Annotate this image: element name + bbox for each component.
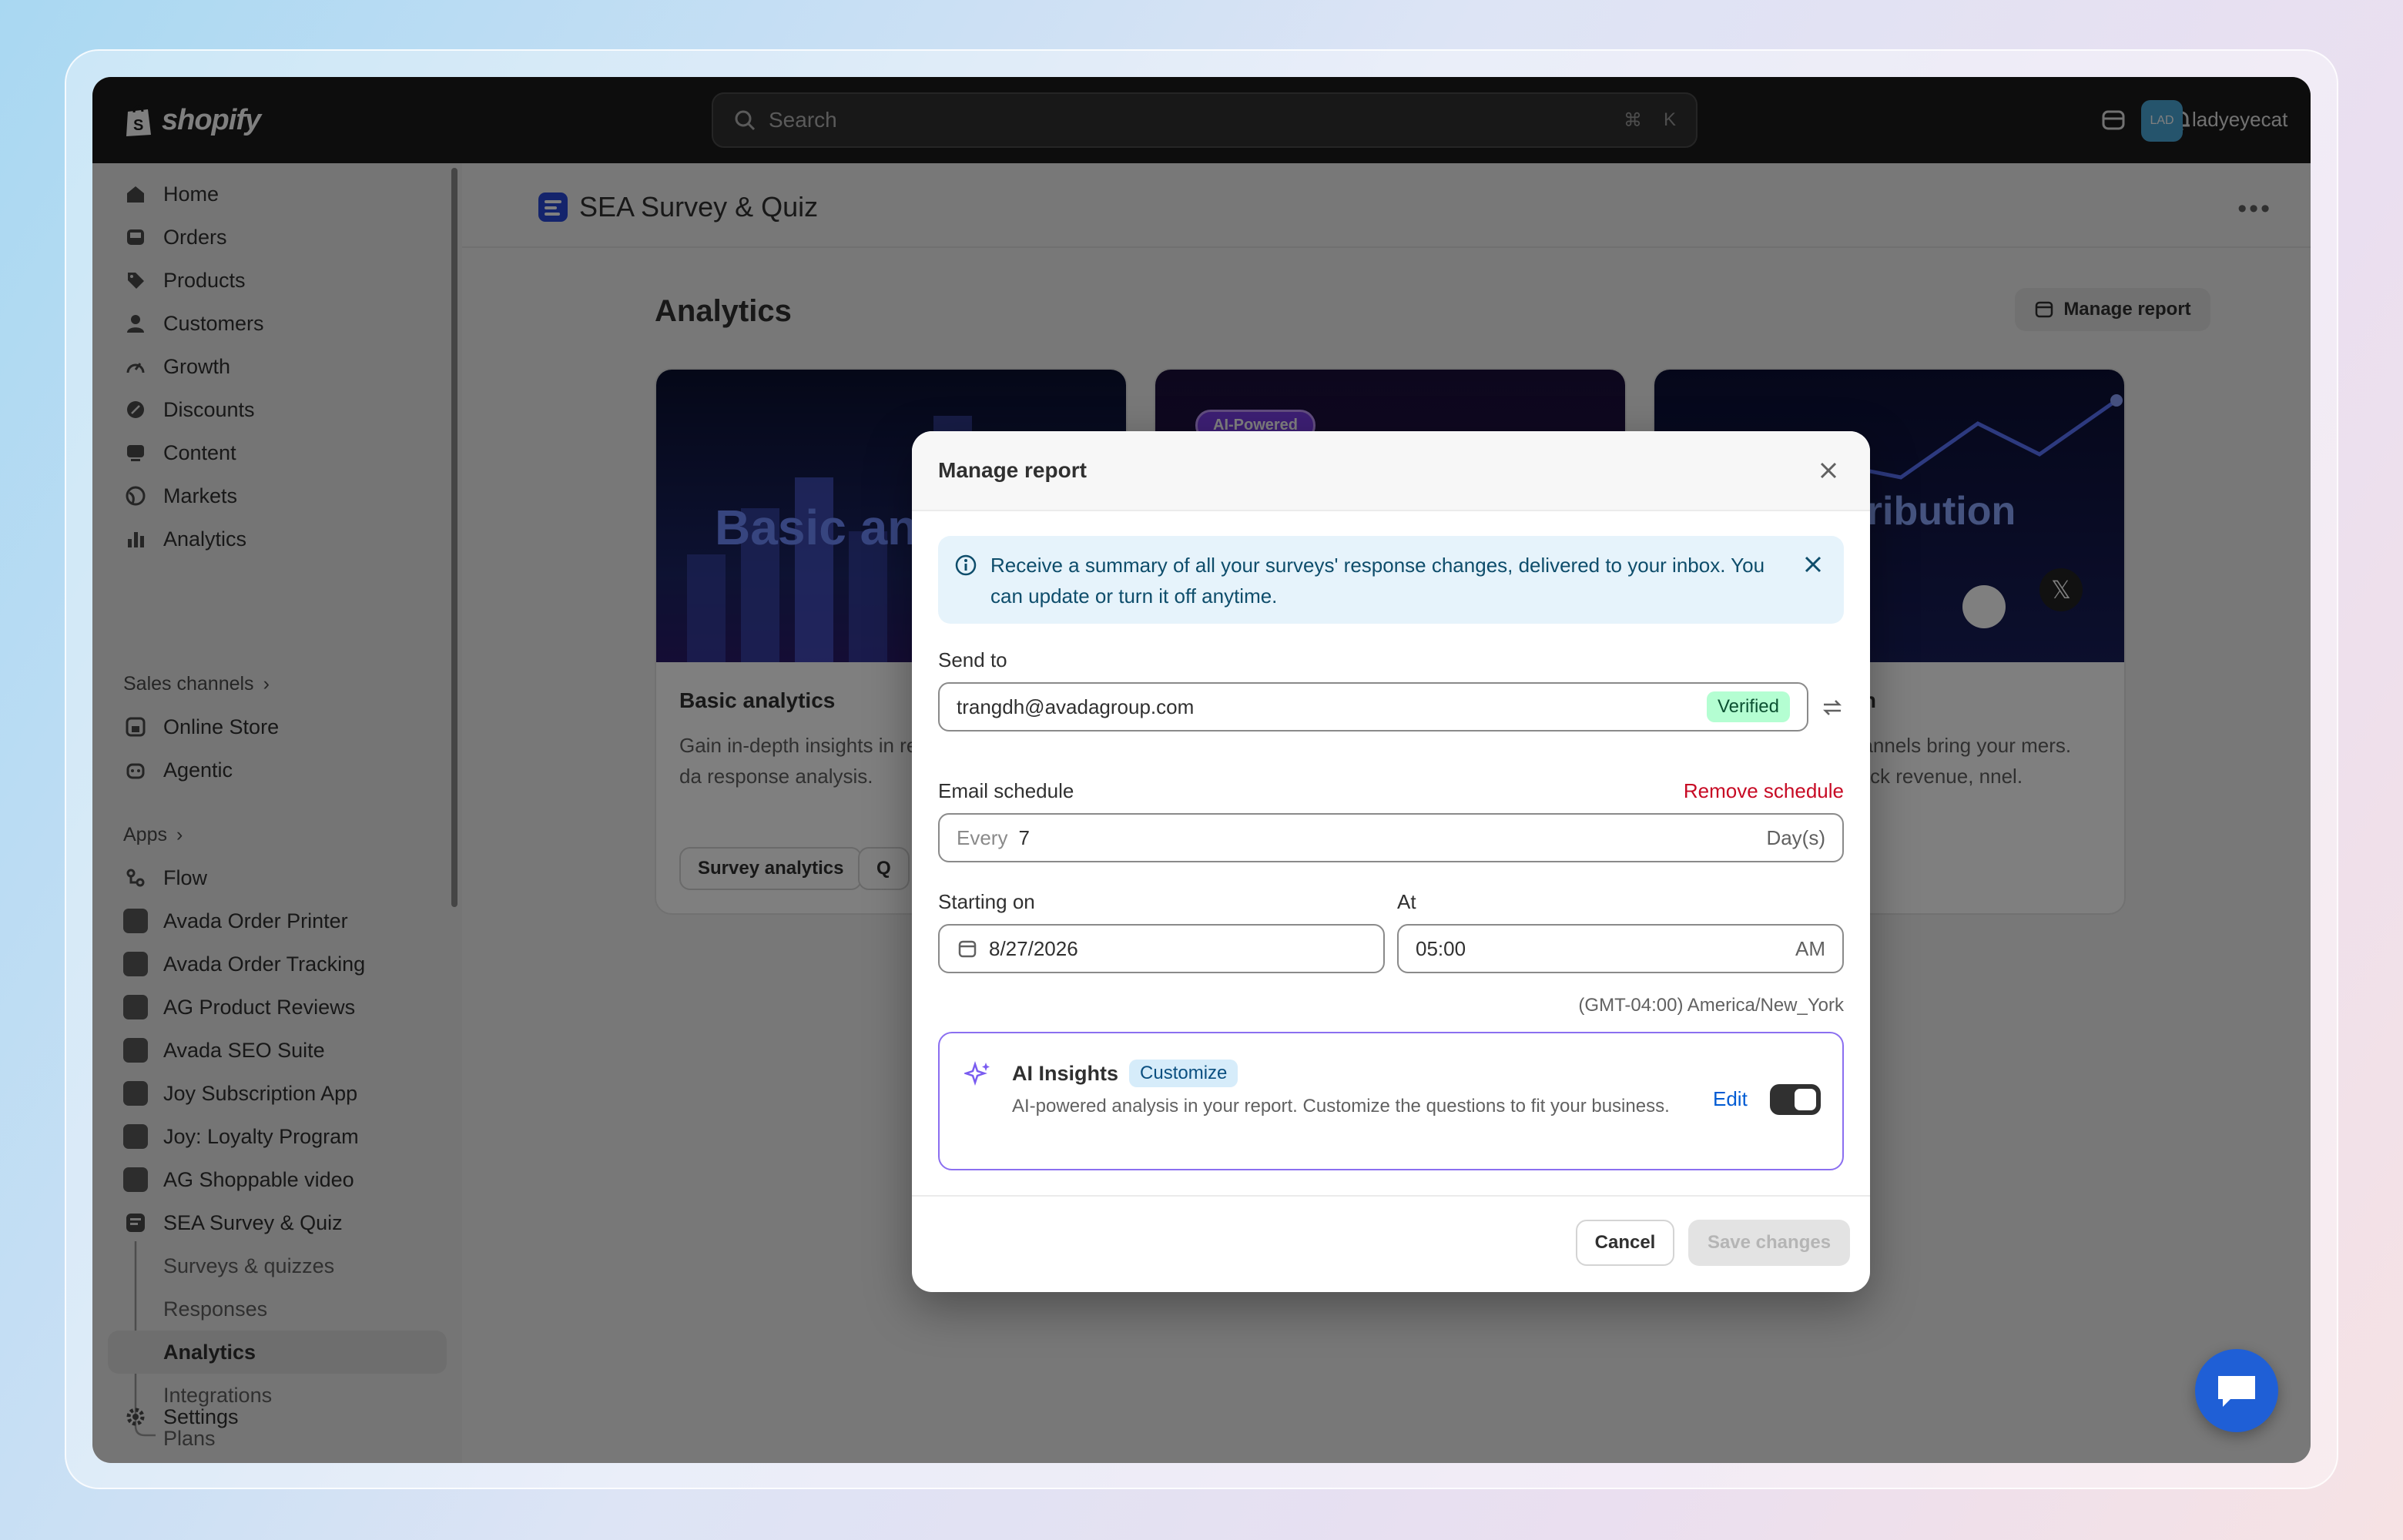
time-value: 05:00 — [1416, 936, 1466, 960]
modal-header: Manage report — [912, 431, 1870, 511]
save-changes-button[interactable]: Save changes — [1688, 1220, 1850, 1266]
shopify-admin-window: S shopify Search ⌘ K LAD ladyeyecat Home… — [92, 77, 2311, 1463]
close-icon[interactable] — [1813, 455, 1844, 486]
schedule-interval-field[interactable]: Every 7 Day(s) — [938, 813, 1844, 862]
every-prefix: Every — [957, 825, 1008, 849]
time-period: AM — [1795, 936, 1825, 960]
sparkle-icon — [963, 1060, 992, 1091]
customize-badge: Customize — [1129, 1060, 1238, 1087]
start-date-value: 8/27/2026 — [989, 936, 1078, 960]
chat-button[interactable] — [2195, 1349, 2278, 1432]
modal-footer: Cancel Save changes — [912, 1195, 1870, 1292]
timezone-text: (GMT-04:00) America/New_York — [1578, 995, 1844, 1016]
email-value: trangdh@avadagroup.com — [957, 695, 1195, 718]
manage-report-modal: Manage report Receive a summary of all y… — [912, 431, 1870, 1292]
ai-edit-link[interactable]: Edit — [1713, 1087, 1748, 1111]
time-field[interactable]: 05:00 AM — [1397, 924, 1844, 973]
every-unit: Day(s) — [1766, 825, 1825, 849]
ai-insights-description: AI-powered analysis in your report. Cust… — [1012, 1096, 1670, 1116]
chat-bubble-icon — [2218, 1376, 2255, 1407]
dismiss-banner-icon[interactable] — [1802, 553, 1824, 584]
every-value: 7 — [1018, 825, 1030, 849]
at-label: At — [1397, 890, 1416, 913]
info-banner-text: Receive a summary of all your surveys' r… — [990, 554, 1765, 608]
toggle-knob — [1795, 1089, 1816, 1110]
modal-title: Manage report — [938, 458, 1087, 482]
ai-title-text: AI Insights — [1012, 1061, 1119, 1085]
remove-schedule-link[interactable]: Remove schedule — [1684, 779, 1844, 803]
calendar-icon — [958, 940, 977, 958]
ai-insights-title: AI Insights Customize — [1012, 1060, 1238, 1087]
starting-on-label: Starting on — [938, 890, 1035, 913]
info-banner: Receive a summary of all your surveys' r… — [938, 536, 1844, 624]
send-to-label: Send to — [938, 648, 1007, 671]
cancel-button[interactable]: Cancel — [1576, 1220, 1674, 1266]
info-icon — [953, 553, 978, 586]
swap-email-icon[interactable] — [1819, 695, 1845, 725]
verified-badge: Verified — [1706, 691, 1790, 722]
start-date-field[interactable]: 8/27/2026 — [938, 924, 1385, 973]
ai-insights-toggle[interactable] — [1770, 1084, 1821, 1115]
email-field[interactable]: trangdh@avadagroup.com Verified — [938, 682, 1808, 732]
schedule-label: Email schedule — [938, 779, 1074, 802]
ai-insights-card: AI Insights Customize AI-powered analysi… — [938, 1032, 1844, 1170]
